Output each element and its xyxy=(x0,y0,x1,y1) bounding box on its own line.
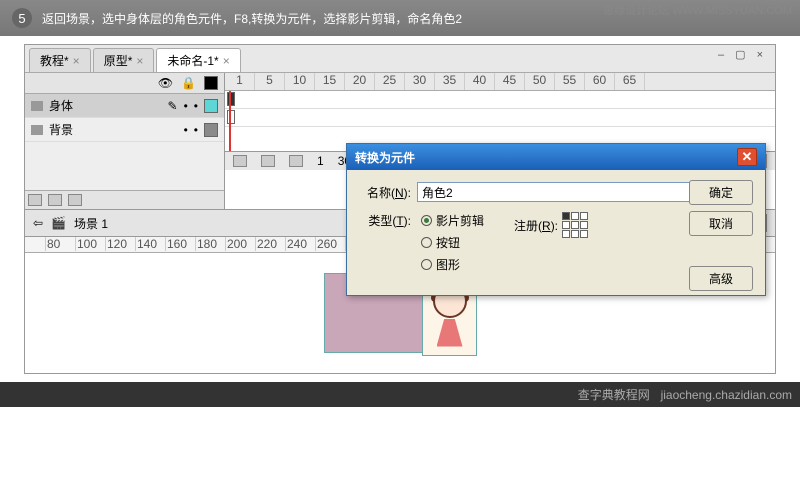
radio-graphic[interactable]: 图形 xyxy=(421,256,484,273)
layer-toolbar xyxy=(25,190,224,209)
layer-icon xyxy=(31,125,43,135)
new-layer-icon[interactable] xyxy=(28,194,42,206)
color-swatch[interactable] xyxy=(204,99,218,113)
footer-url: jiaocheng.chazidian.com xyxy=(661,388,792,402)
tab-untitled[interactable]: 未命名-1*× xyxy=(156,48,240,72)
dress-shape xyxy=(437,319,463,347)
step-text: 返回场景，选中身体层的角色元件，F8,转换为元件，选择影片剪辑，命名角色2 xyxy=(42,10,462,27)
layer-header: 👁 🔒 xyxy=(25,73,224,94)
type-label: 类型(T): xyxy=(361,212,411,229)
frame-ruler: 15101520253035404550556065 xyxy=(225,73,775,91)
name-label: 名称(N): xyxy=(361,184,411,201)
close-icon[interactable]: ✕ xyxy=(737,148,757,166)
scene-icon: 🎬 xyxy=(51,216,66,230)
layer-label: 身体 xyxy=(49,97,73,114)
color-swatch[interactable] xyxy=(204,123,218,137)
close-icon[interactable]: × xyxy=(73,54,80,68)
radio-movieclip[interactable]: 影片剪辑 xyxy=(421,212,484,229)
document-tabs: 教程*× 原型*× 未命名-1*× – ▢ × xyxy=(25,45,775,73)
watermark: 思缘设计论坛 WWW.MISSYUAN.COM xyxy=(603,2,792,18)
page-footer: 查字典教程网 jiaocheng.chazidian.com xyxy=(0,382,800,407)
new-folder-icon[interactable] xyxy=(48,194,62,206)
advanced-button[interactable]: 高级 xyxy=(689,266,753,291)
eye-icon[interactable]: 👁 xyxy=(158,76,173,90)
delete-layer-icon[interactable] xyxy=(68,194,82,206)
footer-brand: 查字典教程网 xyxy=(578,388,650,402)
register-label: 注册(R): xyxy=(514,217,558,234)
close-icon[interactable]: × xyxy=(136,54,143,68)
ok-button[interactable]: 确定 xyxy=(689,180,753,205)
cancel-button[interactable]: 取消 xyxy=(689,211,753,236)
layer-background[interactable]: 背景 •• xyxy=(25,118,224,142)
step-number: 5 xyxy=(12,8,32,28)
layer-body[interactable]: 身体 ✎ •• xyxy=(25,94,224,118)
current-frame: 1 xyxy=(317,154,324,168)
tab-tutorial[interactable]: 教程*× xyxy=(29,48,91,72)
close-icon[interactable]: × xyxy=(223,54,230,68)
dialog-titlebar[interactable]: 转换为元件 ✕ xyxy=(347,144,765,170)
window-controls[interactable]: – ▢ × xyxy=(718,48,771,72)
back-icon[interactable]: ⇦ xyxy=(33,216,43,230)
onion-icon[interactable] xyxy=(289,155,303,167)
outline-icon[interactable] xyxy=(204,76,218,90)
layer-label: 背景 xyxy=(49,121,73,138)
registration-grid[interactable] xyxy=(562,212,588,238)
layer-icon xyxy=(31,101,43,111)
radio-button[interactable]: 按钮 xyxy=(421,234,484,251)
onion-icon[interactable] xyxy=(233,155,247,167)
onion-icon[interactable] xyxy=(261,155,275,167)
tab-prototype[interactable]: 原型*× xyxy=(93,48,155,72)
playhead[interactable] xyxy=(229,91,231,151)
layer-list: 👁 🔒 身体 ✎ •• 背景 •• xyxy=(25,73,225,209)
scene-label[interactable]: 场景 1 xyxy=(74,215,108,232)
lock-icon[interactable]: 🔒 xyxy=(181,76,196,90)
convert-to-symbol-dialog: 转换为元件 ✕ 名称(N): 类型(T): 影片剪辑 按钮 图形 注册(R): … xyxy=(346,143,766,296)
dialog-title: 转换为元件 xyxy=(355,149,415,166)
